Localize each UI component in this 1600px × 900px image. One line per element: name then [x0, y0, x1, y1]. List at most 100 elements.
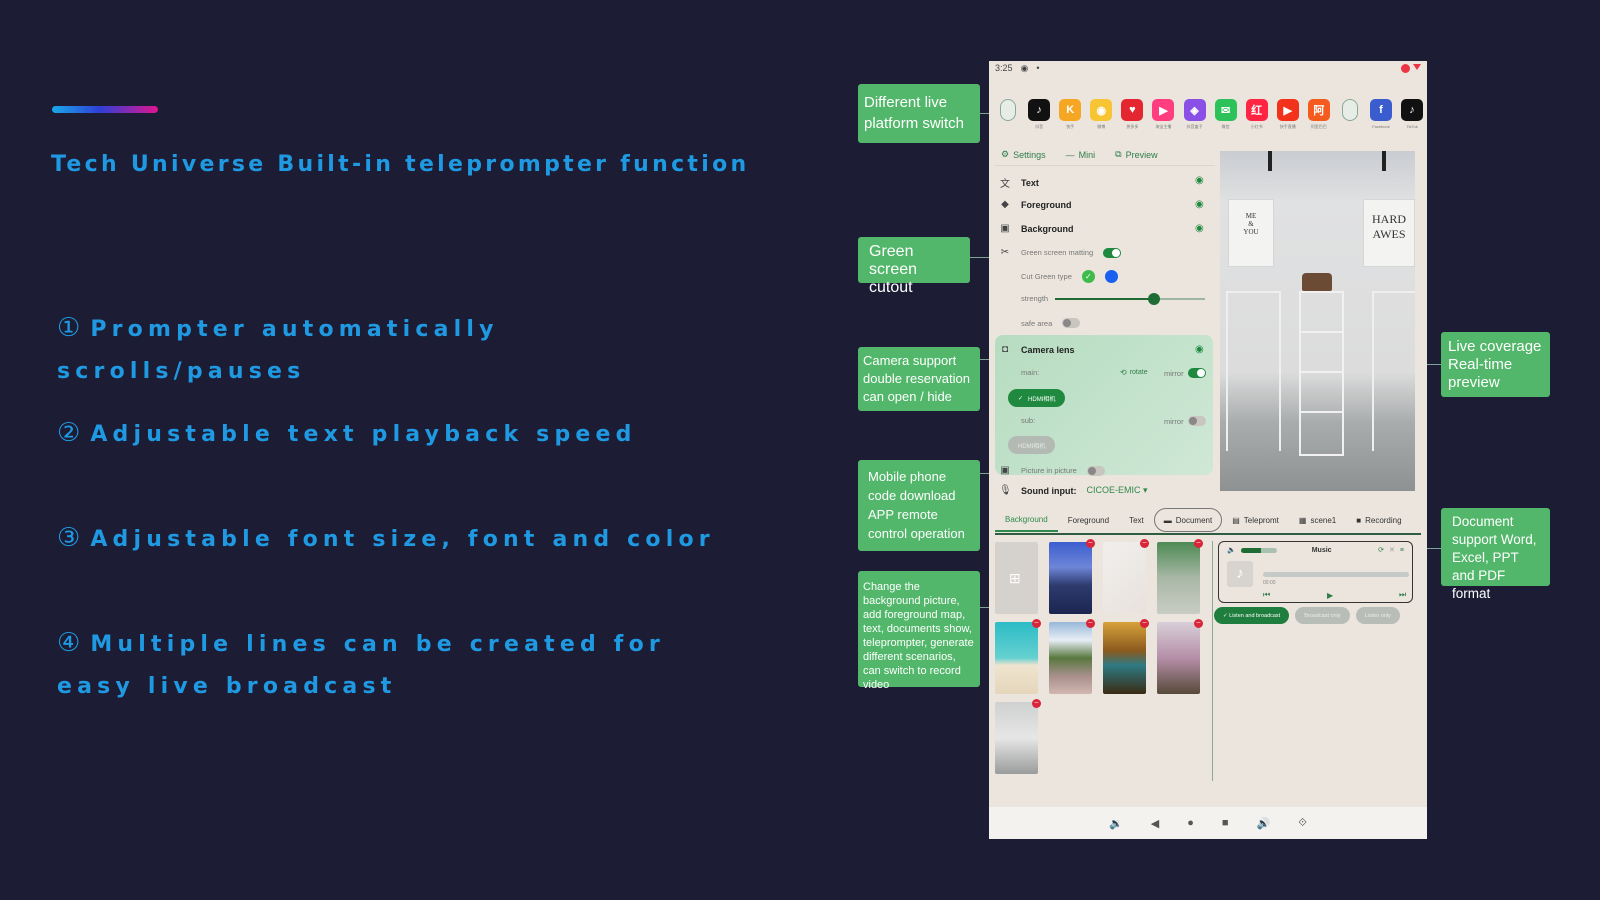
poster: ME & YOU [1228, 199, 1274, 267]
microphone-icon: 🎙 [999, 485, 1012, 496]
strength-slider[interactable] [1055, 293, 1205, 305]
translate-icon: 文 [1000, 179, 1010, 190]
listen-only-button[interactable]: Listen only [1355, 607, 1400, 624]
tab-telepromt[interactable]: ▤ Telepromt [1222, 508, 1289, 532]
sub-mirror-toggle[interactable] [1187, 416, 1206, 426]
pip-toggle[interactable] [1086, 465, 1105, 476]
camera-lens-row: ◘ Camera lens [999, 344, 1075, 355]
settings-button[interactable]: ⚙ Settings [1001, 149, 1046, 160]
callout-mobile: Mobile phone code download APP remote co… [858, 460, 980, 551]
album-art-icon: ♪ [1227, 561, 1253, 587]
cut-color-green[interactable]: ✓ [1081, 270, 1095, 283]
play-icon[interactable]: ▶ [1327, 591, 1333, 600]
main-mirror-toggle[interactable] [1187, 368, 1206, 378]
eye-icon[interactable]: ◉ [1195, 344, 1204, 355]
rotate-button[interactable]: ⟲ rotate [1120, 368, 1148, 377]
music-player: 🔈 Music ⟳ ✕ ≡ ♪ 00:00 ⏮ ▶ ⏭ [1218, 541, 1413, 603]
callout-platform: Different live platform switch [858, 84, 980, 143]
platform-label: 淘宝主播 [1155, 124, 1172, 129]
recording-indicator-icon [1401, 63, 1410, 73]
remove-icon[interactable]: – [1032, 619, 1041, 628]
platform-pinduoduo[interactable]: ♥ 拼多多 [1121, 99, 1144, 130]
custom-1-icon [1000, 99, 1017, 121]
platform-wechat[interactable]: ✉ 微信 [1214, 99, 1237, 130]
green-screen-toggle[interactable] [1103, 247, 1122, 258]
back-icon[interactable]: ◀ [1151, 817, 1159, 830]
thumbnail-autumn-river[interactable]: – [1103, 619, 1149, 694]
progress-bar[interactable] [1263, 572, 1409, 577]
home-icon[interactable]: ● [1187, 817, 1194, 829]
eye-icon[interactable]: ◉ [1195, 199, 1204, 210]
layer-background-row[interactable]: ▣ Background [999, 223, 1073, 234]
remove-icon[interactable]: – [1086, 539, 1095, 548]
main-camera-chip[interactable]: ✓ HDMI相机 [1008, 389, 1066, 407]
remove-icon[interactable]: – [1194, 619, 1203, 628]
recents-icon[interactable]: ■ [1222, 817, 1229, 829]
repeat-icon[interactable]: ⟳ [1378, 546, 1384, 554]
safe-area-toggle[interactable] [1062, 318, 1081, 328]
sub-camera-chip[interactable]: HDMI相机 [1008, 436, 1056, 454]
camera-icon: ◘ [1001, 344, 1009, 355]
platform-facebook[interactable]: f Facebook [1369, 99, 1392, 129]
cut-green-type-row: Cut Green type ✓ [999, 270, 1118, 283]
platform-custom-2[interactable] [1339, 99, 1361, 124]
tab-text[interactable]: Text [1119, 508, 1154, 532]
rotate-screen-icon[interactable]: ⟐ [1298, 817, 1307, 830]
thumbnail-keychains[interactable]: – [1103, 539, 1149, 614]
divider [995, 165, 1215, 166]
teleprompter-app-window: 3:25 ◉ • ♪ 抖音 K 快手 ◉ 微博 ♥ 拼多多 ▶ 淘宝主播 ◈ 抖音盒子 ✉ 微信 红小红书 ▶… [989, 61, 1427, 839]
tab-bar: Background Foreground Text ▬ Document ▤ Telepr… [995, 507, 1421, 535]
remove-icon[interactable]: – [1086, 619, 1095, 628]
tab-scene1[interactable]: ▦ scene1 [1289, 508, 1346, 532]
tab-background[interactable]: Background [995, 508, 1058, 532]
volume-down-icon[interactable]: 🔉 [1109, 817, 1123, 830]
layer-foreground-row[interactable]: ◆ Foreground [999, 199, 1071, 210]
thumbnail-store-room[interactable]: – [995, 699, 1041, 774]
eye-icon[interactable]: ◉ [1195, 175, 1204, 186]
shuffle-icon[interactable]: ✕ [1389, 546, 1395, 554]
platform-douyin[interactable]: ♪ 抖音 [1028, 99, 1051, 130]
tab-recording[interactable]: ■ Recording [1346, 508, 1411, 532]
platform-taobao-live[interactable]: ▶ 淘宝主播 [1152, 99, 1175, 130]
layer-text-row[interactable]: 文 Text [999, 175, 1039, 191]
thumbnail-cherry-blossom[interactable]: – [1157, 619, 1203, 694]
sound-input-select[interactable]: CICOE-EMIC ▾ [1086, 485, 1147, 496]
thumbnail-mountain-road[interactable]: – [1049, 619, 1095, 694]
thumbnail-green-interior[interactable]: – [1157, 539, 1203, 614]
mini-button[interactable]: — Mini [1066, 149, 1096, 160]
platform-douyin-box[interactable]: ◈ 抖音盒子 [1183, 99, 1206, 130]
previous-icon[interactable]: ⏮ [1263, 590, 1270, 600]
platform-kuaishou-live[interactable]: ▶ 快手直播 [1276, 99, 1299, 130]
thumbnail-add-image[interactable]: ⊞ [995, 542, 1038, 614]
wifi-icon [1413, 63, 1421, 70]
remove-icon[interactable]: – [1140, 539, 1149, 548]
tab-document[interactable]: ▬ Document [1153, 508, 1223, 532]
platform-custom-1[interactable] [997, 99, 1019, 124]
remove-icon[interactable]: – [1140, 619, 1149, 628]
platform-xiaohongshu[interactable]: 红小红书 [1245, 99, 1268, 130]
remove-icon[interactable]: – [1032, 699, 1041, 708]
thumbnail-night-city[interactable]: – [1049, 539, 1095, 614]
thumbnail-beach[interactable]: – [995, 619, 1041, 694]
time-readout: 00:00 [1263, 580, 1276, 586]
telepromt-icon: ▤ [1232, 515, 1240, 525]
remove-icon[interactable]: – [1194, 539, 1203, 548]
playlist-icon[interactable]: ≡ [1400, 547, 1404, 554]
broadcast-only-button[interactable]: Broadcast only [1295, 607, 1350, 624]
slider-knob[interactable] [1148, 293, 1160, 305]
scissors-icon: ✂ [1000, 247, 1010, 258]
platform-tiktok[interactable]: ♪ TikTok [1401, 99, 1424, 129]
platform-kuaishou[interactable]: K 快手 [1059, 99, 1082, 130]
tab-foreground[interactable]: Foreground [1058, 508, 1119, 532]
platform-weibo[interactable]: ◉ 微博 [1090, 99, 1113, 130]
volume-slider[interactable] [1240, 547, 1277, 553]
preview-button[interactable]: ⧉ Preview [1115, 149, 1157, 160]
next-icon[interactable]: ⏭ [1399, 590, 1406, 600]
volume-up-icon[interactable]: 🔊 [1257, 817, 1271, 830]
kuaishou-icon: K [1059, 99, 1082, 121]
platform-aliexpress[interactable]: 阿阿里巴巴 [1307, 99, 1330, 130]
listen-and-broadcast-button[interactable]: ✓ Listen and broadcast [1214, 607, 1290, 624]
cut-color-blue[interactable] [1104, 270, 1118, 283]
taobao-live-icon: ▶ [1152, 99, 1175, 121]
eye-icon[interactable]: ◉ [1195, 223, 1204, 234]
